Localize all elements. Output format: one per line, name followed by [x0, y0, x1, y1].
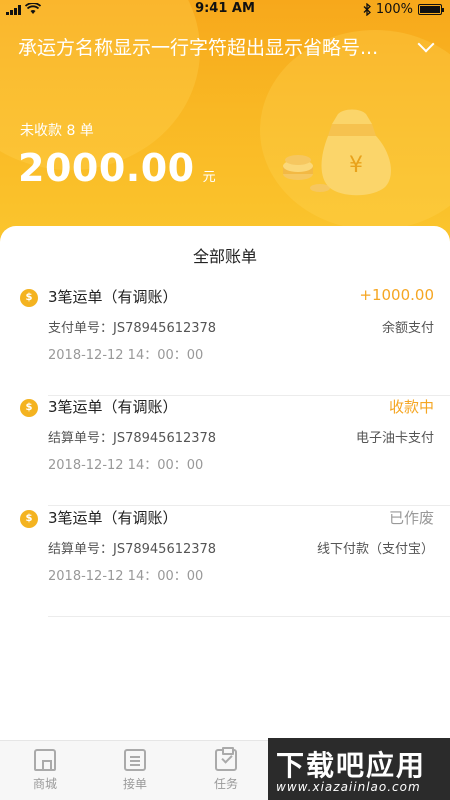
watermark: 下载吧应用 www.xiazaiinlao.com — [268, 738, 450, 800]
bill-status: 已作废 — [388, 509, 434, 527]
battery-percent: 100% — [375, 2, 413, 17]
bill-item[interactable]: $ 3笔运单（有调账） +1000.00 支付单号：JS78945612378 … — [20, 286, 450, 396]
bill-title: 3笔运单（有调账） — [48, 288, 178, 306]
unpaid-count-label: 未收款 8 单 — [20, 123, 94, 139]
money-bag-icon: ¥ — [283, 109, 391, 196]
tab-home[interactable]: 商城 — [15, 749, 75, 792]
payment-method: 余额支付 — [381, 321, 434, 336]
bill-time: 2018-12-12 14：00：00 — [48, 348, 204, 363]
bill-amount: +1000.00 — [359, 286, 434, 304]
coin-icon: $ — [20, 289, 38, 307]
bill-title: 3笔运单（有调账） — [48, 509, 178, 527]
tab-label: 商城 — [32, 777, 57, 791]
divider — [48, 616, 450, 617]
bill-title: 3笔运单（有调账） — [48, 398, 178, 416]
list-title: 全部账单 — [192, 247, 257, 266]
tab-label: 接单 — [122, 777, 147, 791]
unpaid-amount: 2000.00 元 — [18, 146, 216, 190]
tab-orders[interactable]: 接单 — [105, 749, 165, 792]
payment-method: 线下付款（支付宝） — [316, 542, 434, 557]
bill-time: 2018-12-12 14：00：00 — [48, 569, 204, 584]
status-bar: 9:41 AM 100% — [0, 0, 450, 20]
coin-icon: $ — [20, 510, 38, 528]
list-icon — [124, 749, 146, 771]
header-banner: 9:41 AM 100% 承运方名称显示一行字符超出显示省略号... 未收款 8… — [0, 0, 450, 250]
amount-unit: 元 — [202, 170, 216, 185]
amount-value: 2000.00 — [18, 146, 195, 190]
bill-time: 2018-12-12 14：00：00 — [48, 458, 204, 473]
carrier-selector[interactable]: 承运方名称显示一行字符超出显示省略号... — [18, 33, 436, 60]
bill-number: 支付单号：JS78945612378 — [48, 321, 217, 336]
watermark-title: 下载吧应用 — [276, 749, 427, 782]
chevron-down-icon — [417, 35, 435, 52]
tab-tasks[interactable]: 任务 — [196, 747, 256, 792]
bluetooth-icon — [363, 3, 371, 16]
carrier-name: 承运方名称显示一行字符超出显示省略号... — [18, 37, 379, 59]
bill-list-panel: 全部账单 $ 3笔运单（有调账） +1000.00 支付单号：JS7894561… — [0, 226, 450, 740]
bill-item[interactable]: $ 3笔运单（有调账） 收款中 结算单号：JS78945612378 电子油卡支… — [20, 396, 450, 506]
bill-item[interactable]: $ 3笔运单（有调账） 已作废 结算单号：JS78945612378 线下付款（… — [20, 507, 450, 617]
bill-number: 结算单号：JS78945612378 — [48, 542, 217, 557]
coin-icon: $ — [20, 399, 38, 417]
tab-label: 任务 — [213, 777, 238, 791]
home-icon — [34, 749, 56, 771]
divider — [48, 505, 450, 506]
bill-status: 收款中 — [388, 398, 434, 416]
battery-icon — [418, 4, 444, 15]
svg-text:¥: ¥ — [349, 153, 363, 178]
decor-circle — [0, 0, 200, 170]
status-right: 100% — [363, 2, 444, 17]
payment-method: 电子油卡支付 — [355, 431, 434, 446]
clipboard-check-icon — [215, 747, 237, 771]
bill-number: 结算单号：JS78945612378 — [48, 431, 217, 446]
watermark-url: www.xiazaiinlao.com — [276, 780, 421, 794]
